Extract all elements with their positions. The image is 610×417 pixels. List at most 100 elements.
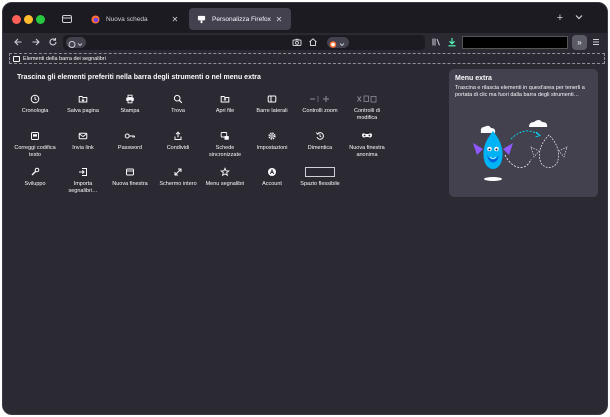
palette-item-label: Password [117,145,143,151]
palette-item-account[interactable]: Account [249,167,295,188]
browser-window: Nuova scheda ✕ Personalizza Firefox ✕ + [2,2,608,415]
firefox-logo-icon [91,14,100,24]
bookmarks-toolbar-icon [13,55,20,62]
home-icon[interactable] [307,36,319,48]
forward-arrow-icon[interactable] [30,36,42,48]
list-all-tabs-chevron-icon[interactable] [573,12,585,25]
tab-new-tab[interactable]: Nuova scheda ✕ [83,8,187,30]
overflow-menu-panel: Menu extra Trascina e rilascia elementi … [449,69,598,197]
overflow-illustration [469,119,581,194]
sidebar-icon [249,94,295,104]
palette-item-forget[interactable]: Dimentica [297,131,343,152]
tab-bar: Nuova scheda ✕ Personalizza Firefox ✕ + [3,3,607,33]
palette-item-fullscreen[interactable]: Schermo intero [155,167,201,188]
account-chip[interactable] [327,37,349,48]
close-tab-icon[interactable]: ✕ [171,15,179,24]
key-icon [107,131,153,141]
palette-item-label: Nuova finestra [112,181,148,187]
reload-icon[interactable] [47,36,59,48]
palette-item-settings[interactable]: Impostazioni [249,131,295,152]
firefox-view-icon[interactable] [61,12,73,24]
account-icon [249,167,295,177]
synced-tabs-icon [202,131,248,141]
palette-item-label: Importa segnalibri… [68,181,98,194]
downloads-icon[interactable] [446,36,458,48]
hamburger-menu-icon[interactable] [590,36,602,48]
address-bar[interactable] [63,35,425,50]
palette-item-share[interactable]: Condividi [155,131,201,152]
palette-item-label: Menu segnalibri [205,181,245,187]
clock-icon [12,94,58,104]
palette-item-label: Controlli di modifica [354,108,380,121]
palette-item-sidebars[interactable]: Barre laterali [249,94,295,115]
palette-item-private-window[interactable]: Nuova finestra anonima [344,131,390,158]
palette-item-label: Dimentica [307,145,333,151]
palette-item-new-window[interactable]: Nuova finestra [107,167,153,188]
minimize-window-button[interactable] [24,15,33,24]
customize-brush-icon [197,15,206,24]
window-icon [107,167,153,177]
palette-item-open-file[interactable]: Apri file [202,94,248,115]
palette-item-save-page[interactable]: Salva pagina [60,94,106,115]
tab-customize-firefox[interactable]: Personalizza Firefox ✕ [189,8,291,30]
zoom-controls-icon [297,94,343,104]
tab-label: Personalizza Firefox [212,15,271,23]
palette-item-text-encoding[interactable]: Correggi codifica testo [12,131,58,158]
palette-item-import-bookmarks[interactable]: Importa segnalibri… [60,167,106,194]
palette-item-zoom-controls[interactable]: Controlli zoom [297,94,343,115]
close-tab-icon[interactable]: ✕ [275,15,283,24]
edit-controls-icon [344,94,390,104]
back-arrow-icon[interactable] [12,36,24,48]
palette-item-passwords[interactable]: Password [107,131,153,152]
palette-item-label: Controlli zoom [302,108,338,114]
palette-item-label: Sviluppo [24,181,46,187]
palette-item-label: Trova [171,108,185,114]
redacted-toolbar-area [462,36,568,49]
palette-item-flexible-space[interactable]: Spazio flessibile [297,167,343,188]
palette-item-label: Spazio flessibile [300,181,340,187]
overflow-panel-title: Menu extra [455,75,492,82]
palette-item-label: Stampa [120,108,140,114]
palette-item-email-link[interactable]: Invia link [60,131,106,152]
navigation-toolbar: » [3,33,607,52]
palette-item-label: Salva pagina [67,108,99,114]
new-tab-plus-icon[interactable]: + [554,12,566,24]
tab-label: Nuova scheda [106,15,148,23]
import-icon [60,167,106,177]
palette-item-history[interactable]: Cronologia [12,94,58,115]
open-folder-icon [202,94,248,104]
share-icon [155,131,201,141]
palette-item-print[interactable]: Stampa [107,94,153,115]
screenshot-camera-icon[interactable] [291,36,303,48]
palette-item-find[interactable]: Trova [155,94,201,115]
private-mask-icon [344,131,390,141]
palette-item-label: Correggi codifica testo [14,145,56,158]
library-icon[interactable] [430,36,442,48]
palette-item-label: Nuova finestra anonima [349,145,385,158]
overflow-menu-chevron-icon[interactable]: » [572,35,587,50]
close-window-button[interactable] [12,15,21,24]
bookmarks-toolbar-placeholder[interactable]: Elementi della barra dei segnalibri [9,53,605,64]
bookmarks-toolbar-label: Elementi della barra dei segnalibri [23,55,106,62]
palette-item-label: Condividi [166,145,190,151]
palette-item-edit-controls[interactable]: Controlli di modifica [344,94,390,121]
zoom-window-button[interactable] [36,15,45,24]
palette-item-label: Schermo intero [159,181,197,187]
palette-item-label: Impostazioni [256,145,288,151]
gear-icon [249,131,295,141]
palette-item-label: Cronologia [21,108,49,114]
palette-item-label: Account [262,181,282,187]
overflow-panel-description: Trascina e rilascia elementi in quest'ar… [455,85,585,98]
palette-item-synced-tabs[interactable]: Schede sincronizzate [202,131,248,158]
palette-item-developer[interactable]: Sviluppo [12,167,58,188]
palette-title: Trascina gli elementi preferiti nella ba… [17,74,261,81]
folder-icon [60,94,106,104]
fullscreen-icon [155,167,201,177]
palette-item-label: Schede sincronizzate [208,145,242,158]
bookmark-star-icon [202,167,248,177]
search-engine-selector[interactable] [66,37,86,48]
palette-item-label: Invia link [72,145,94,151]
palette-item-bookmarks-menu[interactable]: Menu segnalibri [202,167,248,188]
mail-icon [60,131,106,141]
forget-icon [297,131,343,141]
